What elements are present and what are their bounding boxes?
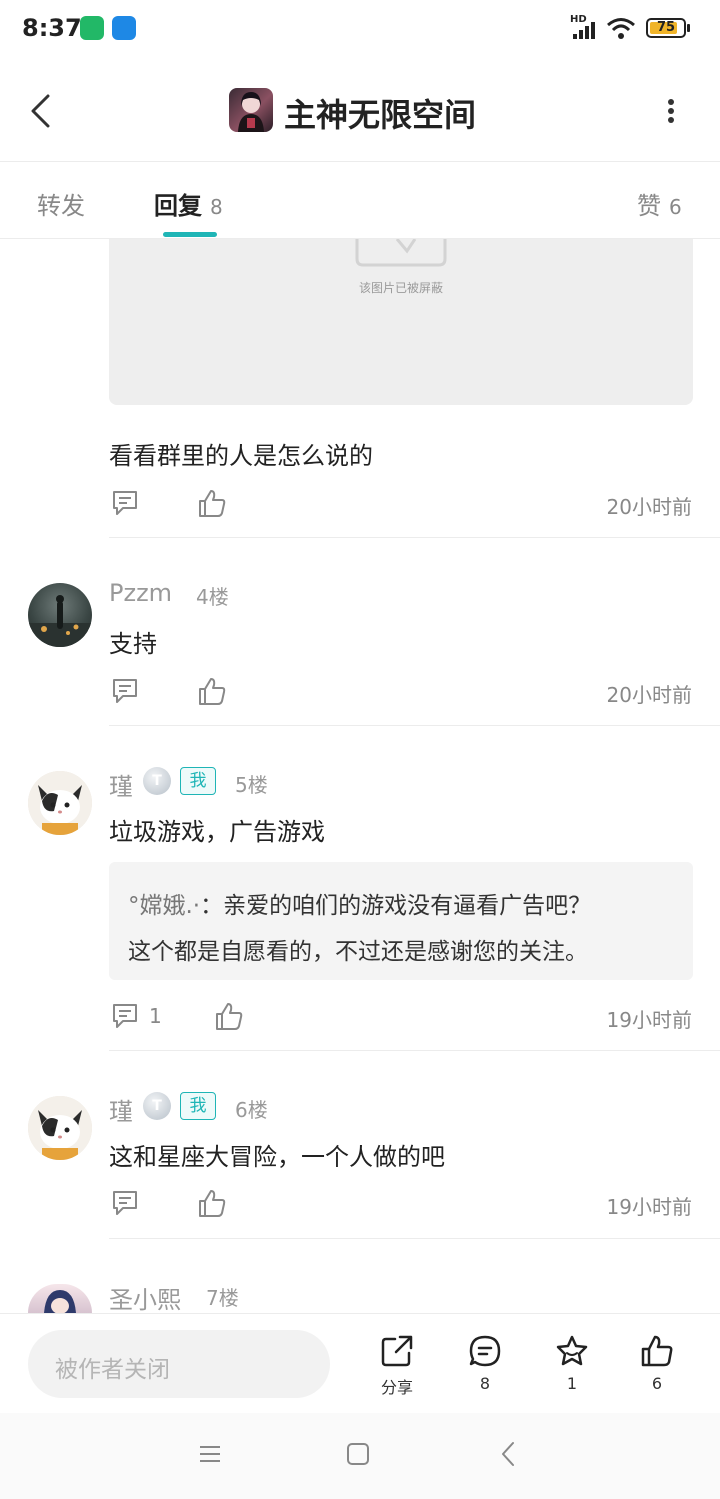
comments-button[interactable]: 8 <box>455 1334 515 1393</box>
tab-forward[interactable]: 转发 <box>37 186 85 221</box>
top-bar: 主神无限空间 <box>0 60 720 162</box>
game-avatar <box>229 88 273 132</box>
me-badge: 我 <box>180 767 216 795</box>
comment-icon[interactable] <box>111 1189 139 1217</box>
shield-app-icon <box>80 16 104 40</box>
like-icon[interactable] <box>215 1001 243 1031</box>
back-arrow-icon[interactable] <box>28 93 52 129</box>
like-count: 6 <box>651 1374 663 1393</box>
comment-bubble-icon <box>469 1335 501 1367</box>
comment-icon[interactable] <box>111 489 139 517</box>
level-badge-icon: T <box>143 767 171 795</box>
page-title: 主神无限空间 <box>284 96 477 134</box>
tab-likes-label: 赞 <box>637 192 661 220</box>
share-button[interactable]: 分享 <box>367 1334 427 1398</box>
comment-time: 19小时前 <box>606 1195 692 1219</box>
comment-icon[interactable] <box>111 1002 139 1030</box>
tab-replies-label: 回复 <box>154 192 202 220</box>
thumbs-up-icon <box>641 1335 673 1367</box>
comment-username[interactable]: 瑾 <box>109 1092 133 1127</box>
tab-likes-count: 6 <box>669 195 682 219</box>
quoted-reply-author[interactable]: °嫦娥.· <box>128 893 200 919</box>
comment-input-disabled: 被作者关闭 <box>28 1330 330 1398</box>
floor-number: 7楼 <box>206 1286 239 1310</box>
tab-bar: 转发 回复 8 赞6 <box>0 162 720 239</box>
comment-text: 支持 <box>109 630 157 658</box>
comment-username[interactable]: 瑾 <box>109 767 133 802</box>
divider <box>109 1238 720 1239</box>
comment-text: 垃圾游戏，广告游戏 <box>109 818 325 846</box>
like-icon[interactable] <box>198 1188 226 1218</box>
star-icon <box>556 1335 588 1366</box>
battery-tip <box>687 24 690 32</box>
quoted-reply-line1: ：亲爱的咱们的游戏没有逼看广告吧？ <box>200 893 592 919</box>
nav-back-icon[interactable] <box>500 1441 516 1467</box>
divider <box>109 537 720 538</box>
avatar[interactable] <box>28 1284 92 1313</box>
comment-username[interactable]: 圣小熙 <box>109 1280 181 1315</box>
quoted-reply-line2: 这个都是自愿看的，不过还是感谢您的关注。 <box>128 939 588 965</box>
tab-forward-label: 转发 <box>37 192 85 220</box>
more-options-icon[interactable] <box>666 98 676 124</box>
favorite-count: 1 <box>566 1374 578 1393</box>
comments-count: 8 <box>479 1374 491 1393</box>
battery-icon: 75 <box>646 18 686 38</box>
quoted-reply[interactable]: °嫦娥.·：亲爱的咱们的游戏没有逼看广告吧？ 这个都是自愿看的，不过还是感谢您的… <box>109 862 693 980</box>
comment-icon[interactable] <box>111 677 139 705</box>
comment-text: 这和星座大冒险，一个人做的吧 <box>109 1143 445 1171</box>
share-label: 分享 <box>380 1378 413 1397</box>
post-text: 看看群里的人是怎么说的 <box>109 442 373 470</box>
favorite-button[interactable]: 1 <box>542 1334 602 1393</box>
image-placeholder-icon <box>355 239 447 267</box>
reply-count: 1 <box>149 1004 162 1028</box>
level-badge-icon: T <box>143 1092 171 1120</box>
floor-number: 5楼 <box>235 773 268 797</box>
like-button[interactable]: 6 <box>627 1334 687 1393</box>
avatar[interactable] <box>28 583 92 647</box>
share-icon <box>381 1335 413 1367</box>
status-time: 8:37 <box>22 14 82 42</box>
blocked-image-text: 该图片已被屏蔽 <box>358 281 443 295</box>
blocked-image[interactable]: 该图片已被屏蔽 <box>109 239 693 405</box>
battery-level: 75 <box>656 20 676 35</box>
me-badge: 我 <box>180 1092 216 1120</box>
wifi-icon <box>607 18 635 39</box>
bottom-action-bar: 被作者关闭 分享 8 1 6 <box>0 1313 720 1414</box>
system-nav-bar <box>0 1413 720 1499</box>
signal-icon <box>573 22 595 39</box>
floor-number: 6楼 <box>235 1098 268 1122</box>
menu-icon[interactable] <box>199 1443 221 1465</box>
like-icon[interactable] <box>198 488 226 518</box>
comment-input-placeholder: 被作者关闭 <box>55 1357 170 1383</box>
status-bar: 8:37 HD 75 <box>0 0 720 60</box>
tab-replies[interactable]: 回复 8 <box>154 186 223 221</box>
like-icon[interactable] <box>198 676 226 706</box>
divider <box>109 1050 720 1051</box>
comment-time: 20小时前 <box>606 683 692 707</box>
comment-time: 19小时前 <box>606 1008 692 1032</box>
comment-username[interactable]: Pzzm <box>109 579 172 607</box>
avatar[interactable] <box>28 771 92 835</box>
tab-replies-count: 8 <box>210 195 223 219</box>
floor-number: 4楼 <box>196 585 229 609</box>
post-time: 20小时前 <box>606 495 692 519</box>
avatar[interactable] <box>28 1096 92 1160</box>
active-tab-indicator <box>163 232 217 237</box>
divider <box>109 725 720 726</box>
home-icon[interactable] <box>346 1442 370 1466</box>
tab-likes[interactable]: 赞6 <box>637 186 682 221</box>
browser-app-icon <box>112 16 136 40</box>
